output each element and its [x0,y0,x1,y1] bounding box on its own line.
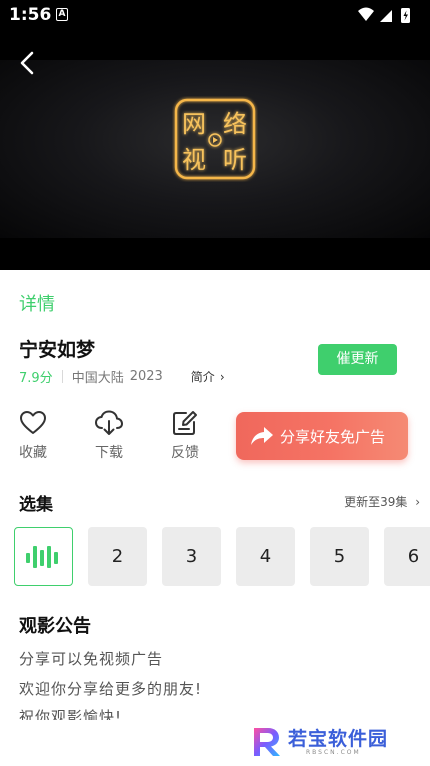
year: 2023 [129,369,163,384]
video-player[interactable]: 网 络 视 听 [0,30,430,270]
notice-line: 祝你观影愉快! [19,708,123,720]
notice-title: 观影公告 [19,616,91,637]
cloud-download-icon [94,410,124,435]
episode-button[interactable]: 4 [236,527,295,586]
logo-char: 网 [182,110,206,138]
episode-1-playing[interactable] [14,527,73,586]
logo-char: 听 [223,146,247,174]
download-button[interactable]: 下载 [87,410,131,462]
playing-bars-icon [26,546,58,568]
chevron-right-icon: › [219,369,225,384]
back-arrow-icon[interactable] [14,48,42,78]
watermark: 若宝软件园 RBSCN.COM [248,722,418,762]
notice-clip: 祝你观影愉快! [0,700,430,720]
watermark-logo-icon [254,728,280,756]
notice-line: 分享可以免视频广告 [19,650,164,668]
region: 中国大陆 [71,371,124,386]
episode-button[interactable]: 2 [88,527,147,586]
logo-char: 络 [223,110,247,138]
wifi-icon [358,7,374,21]
share-friends-button[interactable]: 分享好友免广告 [236,412,408,460]
favorite-label: 收藏 [19,445,47,461]
episode-button[interactable]: 5 [310,527,369,586]
feedback-button[interactable]: 反馈 [163,410,207,462]
video-meta: 7.9分 中国大陆 2023 简介 › [19,367,225,386]
signal-icon [380,10,392,22]
episode-list: 2 3 4 5 6 [14,527,430,587]
watermark-sub: RBSCN.COM [306,749,361,756]
download-label: 下载 [95,445,123,461]
share-label: 分享好友免广告 [280,428,386,446]
watermark-text: 若宝软件园 [288,728,389,750]
edit-icon [173,411,197,435]
video-logo: 网 络 视 听 [174,98,256,180]
share-arrow-icon [251,427,273,445]
heart-icon [20,411,46,434]
urge-update-button[interactable]: 催更新 [318,344,397,375]
score: 7.9分 [19,371,53,386]
logo-char: 视 [182,146,206,174]
episode-button[interactable]: 6 [384,527,430,586]
status-bar: 1:56 A [0,0,430,30]
tab-detail[interactable]: 详情 [19,290,55,316]
chevron-right-icon: › [415,495,420,509]
episode-button[interactable]: 3 [162,527,221,586]
feedback-label: 反馈 [171,445,199,461]
intro-link[interactable]: 简介 [191,368,215,385]
episodes-update-text: 更新至39集 [344,495,408,509]
video-title: 宁安如梦 [19,339,96,361]
episodes-title: 选集 [19,495,53,515]
notice-line: 欢迎你分享给更多的朋友! [19,680,203,698]
favorite-button[interactable]: 收藏 [11,410,55,462]
divider [61,370,63,383]
notification-icon: A [56,8,68,21]
status-time: 1:56 [9,5,52,25]
status-icons [358,7,410,23]
episodes-more-link[interactable]: 更新至39集 › [344,493,420,510]
